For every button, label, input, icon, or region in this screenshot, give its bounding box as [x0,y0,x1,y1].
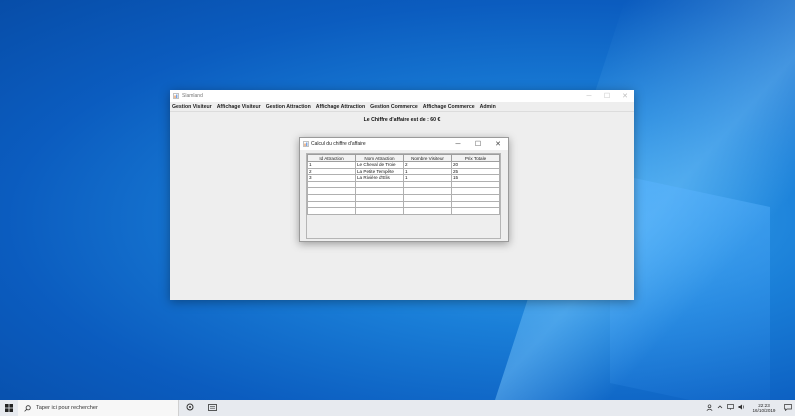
menu-affichage-attraction[interactable]: Affichage Attraction [316,104,365,110]
table-row[interactable]: 2 La Petite Tempête 1 25 [307,167,500,176]
column-header-prix[interactable]: Prix Totale [451,154,500,162]
table-cell[interactable]: La Rivière d'Elis [355,174,404,182]
table-cell[interactable]: 1 [403,174,452,182]
table-cell[interactable] [403,207,452,215]
java-app-icon [173,93,179,99]
table-cell[interactable] [451,207,500,215]
table-cell[interactable] [307,193,356,202]
table-cell[interactable]: 3 [307,174,356,182]
menu-gestion-visiteur[interactable]: Gestion Visiteur [172,104,212,110]
chevron-up-icon[interactable] [717,404,723,412]
table-cell[interactable] [403,200,452,209]
column-header-id[interactable]: Id Attraction [307,154,356,162]
table-cell[interactable] [403,193,452,202]
table-cell[interactable]: 15 [451,174,500,182]
start-button[interactable] [0,400,18,416]
menu-bar: Gestion Visiteur Affichage Visiteur Gest… [170,102,634,112]
attraction-table-scrollpane[interactable]: Id Attraction Nom Attraction Nombre Visi… [306,153,501,239]
table-cell[interactable]: 2 [307,167,356,176]
search-placeholder: Taper ici pour rechercher [36,405,98,411]
taskbar-search-box[interactable]: Taper ici pour rechercher [18,400,179,416]
clock-date: 16/10/2019 [752,408,776,413]
attraction-table: Id Attraction Nom Attraction Nombre Visi… [307,154,500,215]
table-cell[interactable] [451,180,500,189]
task-view-icon[interactable] [179,403,201,413]
taskbar-clock[interactable]: 22:23 16/10/2019 [747,403,781,413]
table-cell[interactable] [403,187,452,195]
java-app-icon [303,141,309,147]
table-cell[interactable] [355,193,404,202]
people-icon[interactable] [706,403,713,413]
close-icon[interactable]: ✕ [616,92,634,100]
menu-affichage-commerce[interactable]: Affichage Commerce [423,104,475,110]
main-window-titlebar[interactable]: Slamland ─ ☐ ✕ [170,90,634,102]
volume-icon[interactable] [738,404,745,412]
file-explorer-icon[interactable] [201,403,223,413]
dialog-title: Calcul du chiffre d'affaire [311,141,366,147]
maximize-icon[interactable]: ☐ [598,92,616,100]
table-cell[interactable] [307,200,356,209]
dialog-maximize-icon[interactable]: ☐ [468,140,488,148]
table-cell[interactable]: 25 [451,167,500,176]
menu-gestion-attraction[interactable]: Gestion Attraction [266,104,311,110]
search-icon [24,404,31,412]
main-window-title: Slamland [182,93,203,99]
table-cell[interactable]: La Petite Tempête [355,167,404,176]
table-cell[interactable]: 1 [403,167,452,176]
table-cell[interactable] [355,207,404,215]
table-cell[interactable] [451,193,500,202]
revenue-dialog: Calcul du chiffre d'affaire ─ ☐ ✕ Id Att… [299,137,509,242]
column-header-visiteur[interactable]: Nombre Visiteur [403,154,452,162]
network-icon[interactable] [727,404,734,412]
table-cell[interactable] [307,187,356,195]
system-tray: 22:23 16/10/2019 [704,400,795,416]
table-cell[interactable]: 20 [451,161,500,169]
table-cell[interactable] [451,187,500,195]
table-cell[interactable] [403,180,452,189]
table-cell[interactable] [307,180,356,189]
revenue-label: Le Chiffre d'affaire est de : 60 € [363,117,441,123]
menu-admin[interactable]: Admin [480,104,496,110]
taskbar: Taper ici pour rechercher 22:23 16/10/20… [0,400,795,416]
dialog-close-icon[interactable]: ✕ [488,140,508,148]
minimize-icon[interactable]: ─ [580,93,598,100]
notification-icon[interactable] [781,403,795,413]
table-row[interactable] [307,193,500,202]
table-cell[interactable] [355,187,404,195]
table-row[interactable]: 3 La Rivière d'Elis 1 15 [307,174,500,182]
dialog-minimize-icon[interactable]: ─ [448,141,468,148]
table-cell[interactable]: Le Cheval de Troie [355,161,404,169]
table-cell[interactable]: 1 [307,161,356,169]
windows-start-icon [5,404,13,412]
table-cell[interactable] [451,200,500,209]
table-header-row: Id Attraction Nom Attraction Nombre Visi… [307,154,500,162]
table-row[interactable] [307,187,500,195]
table-row[interactable] [307,207,500,215]
table-row[interactable] [307,200,500,209]
table-row[interactable] [307,180,500,189]
table-cell[interactable]: 2 [403,161,452,169]
dialog-titlebar[interactable]: Calcul du chiffre d'affaire ─ ☐ ✕ [300,138,508,150]
table-cell[interactable] [355,180,404,189]
table-cell[interactable] [307,207,356,215]
table-cell[interactable] [355,200,404,209]
column-header-nom[interactable]: Nom Attraction [355,154,404,162]
wallpaper-light-beam-lower [610,172,770,400]
menu-affichage-visiteur[interactable]: Affichage Visiteur [217,104,261,110]
menu-gestion-commerce[interactable]: Gestion Commerce [370,104,418,110]
table-row[interactable]: 1 Le Cheval de Troie 2 20 [307,161,500,169]
